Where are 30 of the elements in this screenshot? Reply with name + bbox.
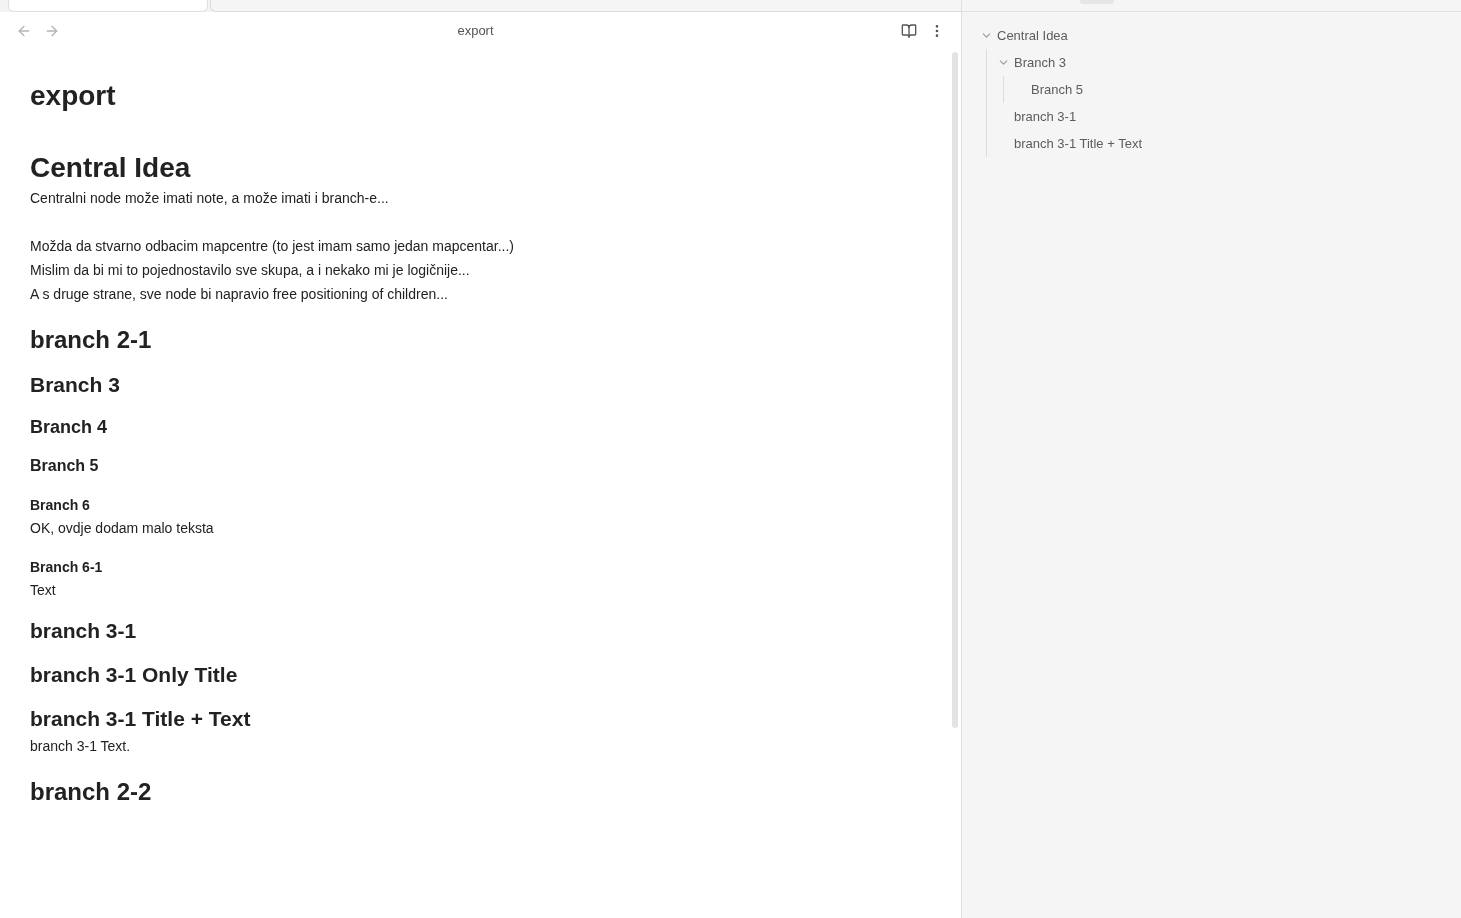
heading: branch 3-1 Only Title [30, 662, 239, 688]
view-title: export [457, 22, 494, 41]
tab[interactable] [210, 0, 961, 12]
heading: Central Idea [30, 151, 192, 185]
book-icon[interactable] [901, 23, 917, 39]
outline-item[interactable]: branch 3-1 Title + Text [1014, 133, 1143, 154]
outline-item[interactable]: branch 3-1 [1014, 106, 1077, 127]
outline-item[interactable]: Branch 5 [1031, 79, 1084, 100]
heading: Branch 6-1 [30, 558, 104, 577]
paragraph-line: Text [30, 581, 57, 600]
outline-item[interactable]: Branch 3 [1014, 52, 1067, 73]
heading: Branch 6 [30, 496, 91, 515]
forward-arrow-icon[interactable] [44, 23, 60, 39]
document-title: export [30, 79, 117, 113]
paragraph-line: Mislim da bi mi to pojednostavilo sve skupa, a i nekako mi je logičnije... [30, 261, 471, 280]
heading: Branch 4 [30, 416, 109, 439]
heading: Branch 3 [30, 372, 121, 398]
tab[interactable] [8, 0, 208, 12]
heading: branch 2-2 [30, 777, 153, 807]
heading: Branch 5 [30, 456, 100, 476]
heading: branch 2-1 [30, 325, 153, 355]
paragraph-line: Možda da stvarno odbacim mapcentre (to jest imam samo jedan mapcentar...) [30, 237, 515, 256]
heading: branch 3-1 Title + Text [30, 706, 252, 732]
outline-item[interactable]: Central Idea [997, 25, 1068, 46]
scrollbar[interactable] [952, 52, 958, 728]
paragraph-line: branch 3-1 Text. [30, 737, 132, 756]
paragraph-line: A s druge strane, sve node bi napravio free positioning of children... [30, 285, 449, 304]
heading: branch 3-1 [30, 618, 138, 644]
paragraph-line: OK, ovdje dodam malo teksta [30, 519, 215, 538]
paragraph-line: Centralni node može imati note, a može imati i branch-e... [30, 189, 390, 208]
